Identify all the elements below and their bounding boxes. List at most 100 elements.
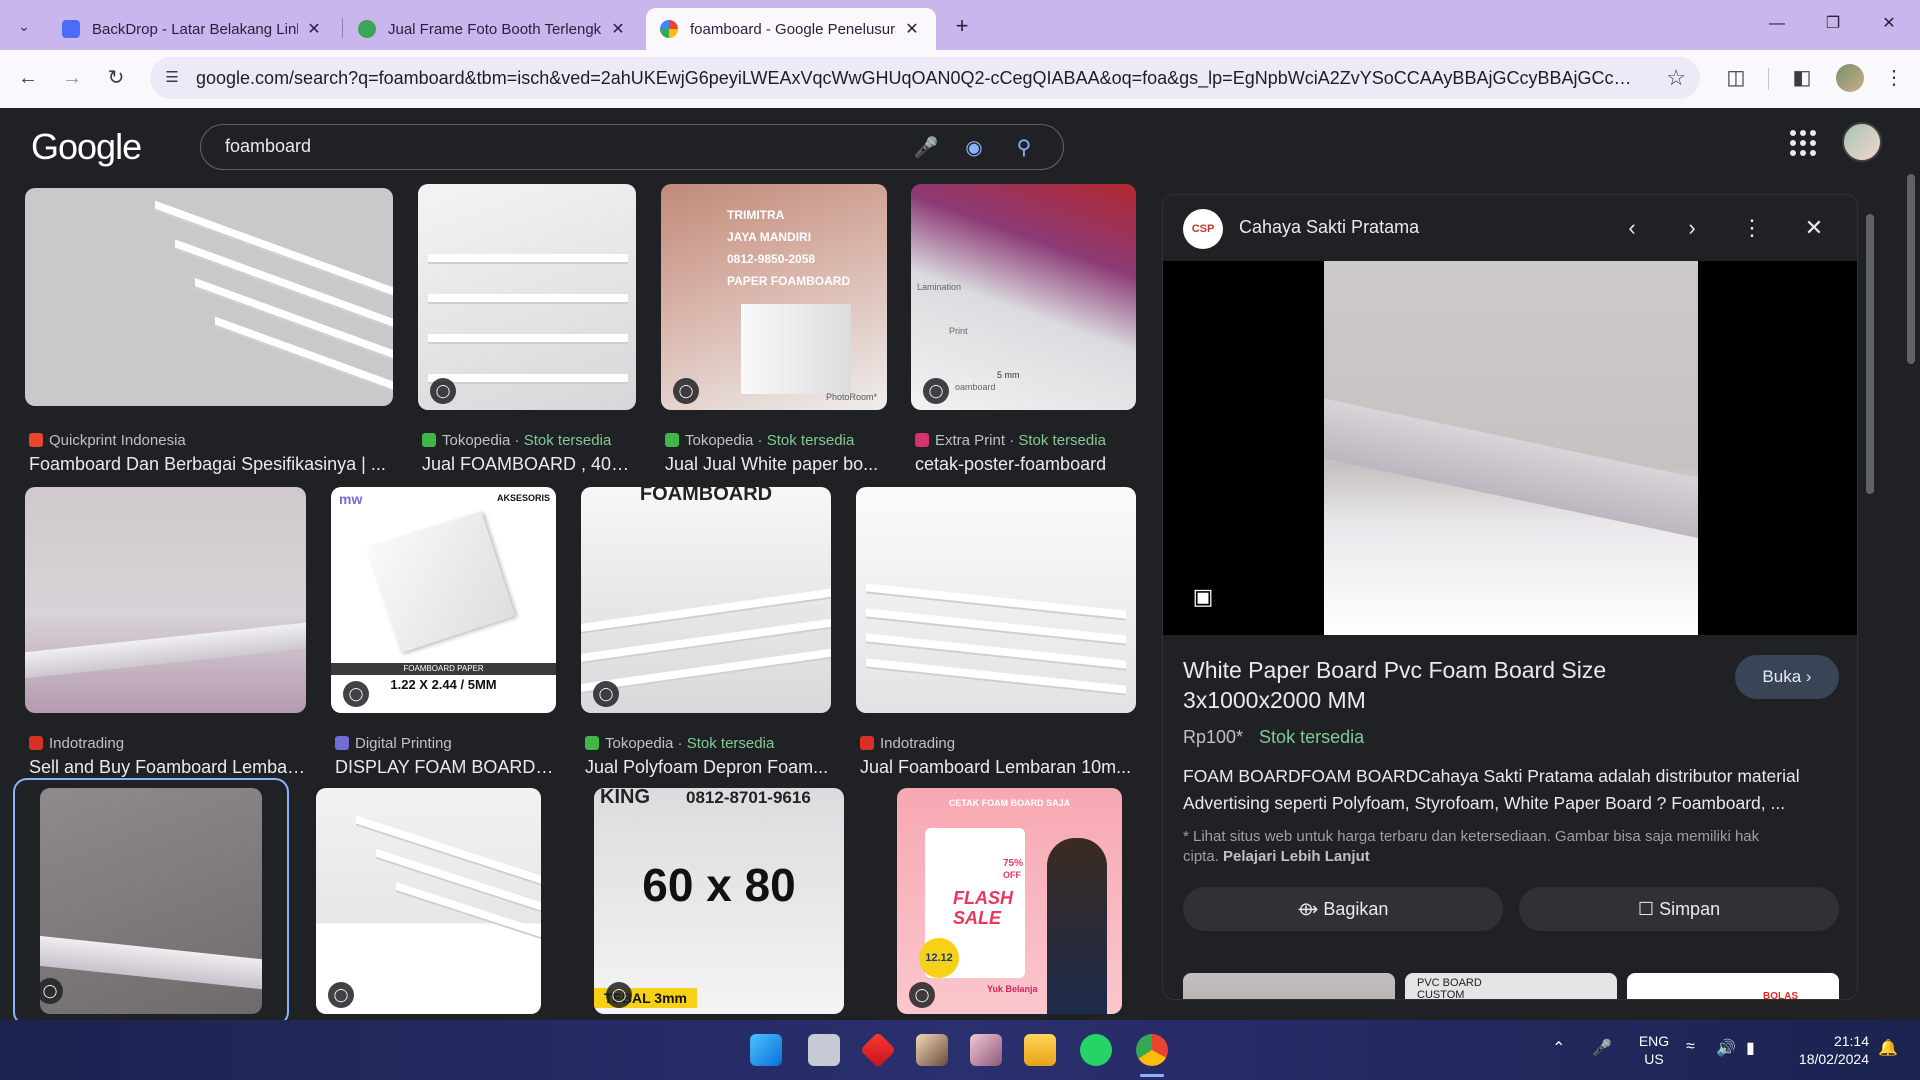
result-source[interactable]: Indotrading	[860, 735, 955, 752]
related-image[interactable]	[1183, 973, 1395, 999]
next-chevron-icon[interactable]: ›	[1677, 213, 1707, 243]
lens-search-icon[interactable]: ▣	[1187, 581, 1219, 613]
microphone-tray-icon[interactable]: 🎤	[1592, 1038, 1612, 1058]
result-card[interactable]: TRIMITRA JAYA MANDIRI 0812-9850-2058 PAP…	[661, 184, 887, 478]
chrome-menu-icon[interactable]: ⋮	[1878, 62, 1910, 94]
google-lens-icon[interactable]: ◉	[961, 135, 987, 161]
tab-foamboard-search[interactable]: foamboard - Google Penelusura ✕	[646, 8, 936, 50]
open-button[interactable]: Buka ›	[1735, 655, 1839, 699]
result-caption[interactable]: cetak-poster-foamboard	[915, 454, 1136, 475]
related-image[interactable]: BOLAS	[1627, 973, 1839, 999]
site-logo[interactable]: CSP	[1183, 209, 1223, 249]
learn-more-link[interactable]: Pelajari Lebih Lanjut	[1223, 848, 1370, 865]
result-image[interactable]	[856, 487, 1136, 713]
game-app-icon[interactable]	[916, 1034, 948, 1066]
product-title[interactable]: White Paper Board Pvc Foam Board Size 3x…	[1183, 655, 1643, 715]
volume-icon[interactable]: 🔊	[1716, 1038, 1736, 1058]
search-icon[interactable]: ⚲	[1011, 135, 1037, 161]
result-source[interactable]: Quickprint Indonesia	[29, 432, 186, 449]
back-arrow-icon[interactable]: ←	[12, 62, 44, 94]
reload-icon[interactable]: ↻	[100, 62, 132, 94]
language-indicator[interactable]: ENG US	[1636, 1032, 1672, 1068]
result-card[interactable]: Quickprint Indonesia Foamboard Dan Berba…	[25, 188, 393, 478]
result-image[interactable]: TRIMITRA JAYA MANDIRI 0812-9850-2058 PAP…	[661, 184, 887, 410]
previous-chevron-icon[interactable]: ‹	[1617, 213, 1647, 243]
new-tab-plus-icon[interactable]: +	[948, 12, 976, 40]
tab-backdrop[interactable]: BackDrop - Latar Belakang Link ✕	[48, 8, 338, 50]
task-view-icon[interactable]	[808, 1034, 840, 1066]
result-card[interactable]: KING 0812-8701-9616 60 x 80 TEBAL 3mm ◯	[594, 788, 844, 1018]
page-scrollbar-thumb[interactable]	[1907, 174, 1915, 364]
battery-icon[interactable]: ▮	[1746, 1038, 1755, 1058]
side-panel-icon[interactable]: ◧	[1786, 62, 1818, 94]
save-button[interactable]: ☐ Simpan	[1519, 887, 1839, 931]
notification-bell-icon[interactable]: 🔔	[1878, 1038, 1898, 1058]
result-card[interactable]: Lamination Print 5 mm oamboard ◯ Extra P…	[911, 184, 1136, 478]
result-image[interactable]: FOAMBOARD	[581, 487, 831, 713]
result-caption[interactable]: Jual Jual White paper bo...	[665, 454, 887, 475]
site-info-icon[interactable]: ☰	[162, 68, 182, 88]
extensions-puzzle-icon[interactable]: ◫	[1720, 62, 1752, 94]
result-card[interactable]: Indotrading Sell and Buy Foamboard Lemba…	[25, 487, 306, 781]
result-card[interactable]: ◯	[316, 788, 541, 1018]
result-caption[interactable]: Jual Polyfoam Depron Foam...	[585, 757, 831, 778]
result-card[interactable]: CETAK FOAM BOARD SAJA FLASH SALE 75% OFF…	[897, 788, 1122, 1018]
result-image[interactable]: CETAK FOAM BOARD SAJA FLASH SALE 75% OFF…	[897, 788, 1122, 1014]
result-caption[interactable]: Jual Foamboard Lembaran 10m...	[860, 757, 1136, 778]
game-app-2-icon[interactable]	[970, 1034, 1002, 1066]
file-explorer-icon[interactable]	[1024, 1034, 1056, 1066]
tab-close-icon[interactable]: ✕	[608, 19, 628, 39]
show-hidden-icons-chevron-icon[interactable]: ⌃	[1552, 1038, 1565, 1058]
search-box[interactable]: 🎤 ◉ ⚲	[200, 124, 1064, 170]
more-options-icon[interactable]: ⋮	[1737, 213, 1767, 243]
address-bar[interactable]: ☰ google.com/search?q=foamboard&tbm=isch…	[150, 57, 1700, 99]
result-source[interactable]: Tokopedia · Stok tersedia	[665, 432, 854, 449]
result-card[interactable]: ◯ Tokopedia · Stok tersedia Jual FOAMBOA…	[418, 184, 636, 478]
result-caption[interactable]: Sell and Buy Foamboard Lembar...	[29, 757, 306, 778]
result-source[interactable]: Tokopedia · Stok tersedia	[422, 432, 611, 449]
google-apps-icon[interactable]	[1790, 130, 1816, 156]
result-image[interactable]	[25, 487, 306, 713]
panel-scrollbar-thumb[interactable]	[1866, 214, 1874, 494]
result-source[interactable]: Tokopedia · Stok tersedia	[585, 735, 774, 752]
tab-close-icon[interactable]: ✕	[304, 19, 324, 39]
site-name[interactable]: Cahaya Sakti Pratama	[1239, 217, 1419, 238]
result-card[interactable]: Indotrading Jual Foamboard Lembaran 10m.…	[856, 487, 1136, 781]
restore-icon[interactable]: ❐	[1810, 8, 1856, 40]
result-image[interactable]	[418, 184, 636, 410]
result-source[interactable]: Indotrading	[29, 735, 124, 752]
tab-search-chevron-icon[interactable]: ⌄	[8, 10, 40, 42]
close-window-icon[interactable]: ✕	[1866, 8, 1912, 40]
windows-start-icon[interactable]	[750, 1034, 782, 1066]
result-image[interactable]: mw AKSESORIS FOAMBOARD PAPER 1.22 X 2.44…	[331, 487, 556, 713]
result-source[interactable]: Digital Printing	[335, 735, 452, 752]
url-text[interactable]: google.com/search?q=foamboard&tbm=isch&v…	[196, 68, 1636, 89]
chrome-icon[interactable]	[1136, 1034, 1168, 1066]
minimize-icon[interactable]: —	[1754, 8, 1800, 40]
result-image[interactable]	[40, 788, 262, 1014]
tab-close-icon[interactable]: ✕	[902, 19, 922, 39]
result-image[interactable]: KING 0812-8701-9616 60 x 80 TEBAL 3mm	[594, 788, 844, 1014]
anydesk-icon[interactable]	[859, 1031, 897, 1069]
google-account-avatar[interactable]	[1842, 122, 1882, 162]
result-image[interactable]	[316, 788, 541, 1014]
result-image[interactable]: Lamination Print 5 mm oamboard	[911, 184, 1136, 410]
forward-arrow-icon[interactable]: →	[56, 62, 88, 94]
result-image[interactable]	[25, 188, 393, 406]
microphone-icon[interactable]: 🎤	[913, 135, 939, 161]
result-source[interactable]: Extra Print · Stok tersedia	[915, 432, 1106, 449]
result-card[interactable]: FOAMBOARD ◯ Tokopedia · Stok tersedia Ju…	[581, 487, 831, 781]
wifi-icon[interactable]: ≈	[1686, 1038, 1695, 1056]
share-button[interactable]: ⟴ Bagikan	[1183, 887, 1503, 931]
page-scrollbar[interactable]	[1902, 110, 1920, 1020]
result-card[interactable]: mw AKSESORIS FOAMBOARD PAPER 1.22 X 2.44…	[331, 487, 556, 781]
panel-scrollbar[interactable]	[1862, 194, 1878, 1000]
result-caption[interactable]: DISPLAY FOAM BOARD 5...	[335, 757, 556, 778]
result-caption[interactable]: Foamboard Dan Berbagai Spesifikasinya | …	[29, 454, 393, 475]
bookmark-star-icon[interactable]: ☆	[1666, 65, 1686, 91]
close-panel-icon[interactable]: ✕	[1799, 213, 1829, 243]
result-card-selected[interactable]: ◯	[13, 778, 289, 1020]
result-caption[interactable]: Jual FOAMBOARD , 40X...	[422, 454, 636, 475]
whatsapp-icon[interactable]	[1080, 1034, 1112, 1066]
related-image[interactable]: PVC BOARD CUSTOM	[1405, 973, 1617, 999]
